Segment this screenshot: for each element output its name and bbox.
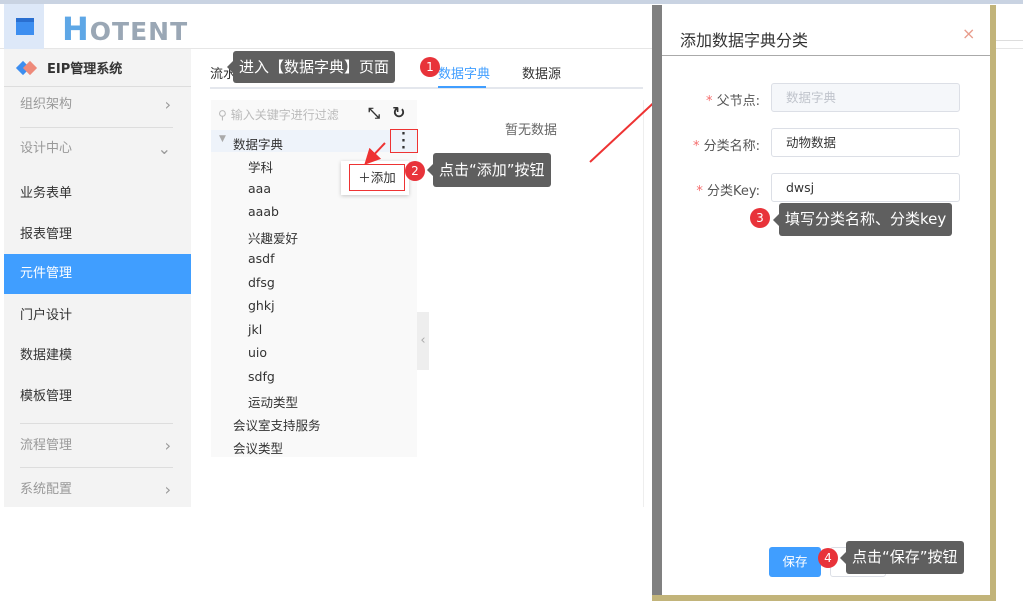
category-key-input[interactable]: dwsj <box>771 173 960 202</box>
category-name-label: * 分类名称: <box>692 139 760 154</box>
annotation-badge-4: 4 <box>818 548 838 568</box>
annotation-tooltip-2: 点击“添加”按钮 <box>427 153 551 187</box>
annotation-tooltip-1: 进入【数据字典】页面 <box>226 51 396 83</box>
category-name-input[interactable]: 动物数据 <box>771 128 960 157</box>
close-icon[interactable]: × <box>962 24 975 43</box>
annotation-tooltip-4: 点击“保存”按钮 <box>840 541 964 574</box>
frame-border <box>652 595 996 601</box>
frame-border <box>990 5 996 600</box>
parent-node-label: * 父节点: <box>705 94 760 109</box>
divider <box>662 55 990 56</box>
dialog-title: 添加数据字典分类 <box>680 31 809 50</box>
annotation-badge-3: 3 <box>750 208 770 228</box>
category-key-label: * 分类Key: <box>696 184 760 199</box>
annotation-badge-2: 2 <box>405 161 425 181</box>
annotation-tooltip-3: 填写分类名称、分类key <box>772 203 953 236</box>
annotation-badge-1: 1 <box>420 57 440 77</box>
arrow-to-add <box>364 142 386 165</box>
parent-node-field: 数据字典 <box>771 83 960 112</box>
save-button[interactable]: 保存 <box>769 547 821 577</box>
